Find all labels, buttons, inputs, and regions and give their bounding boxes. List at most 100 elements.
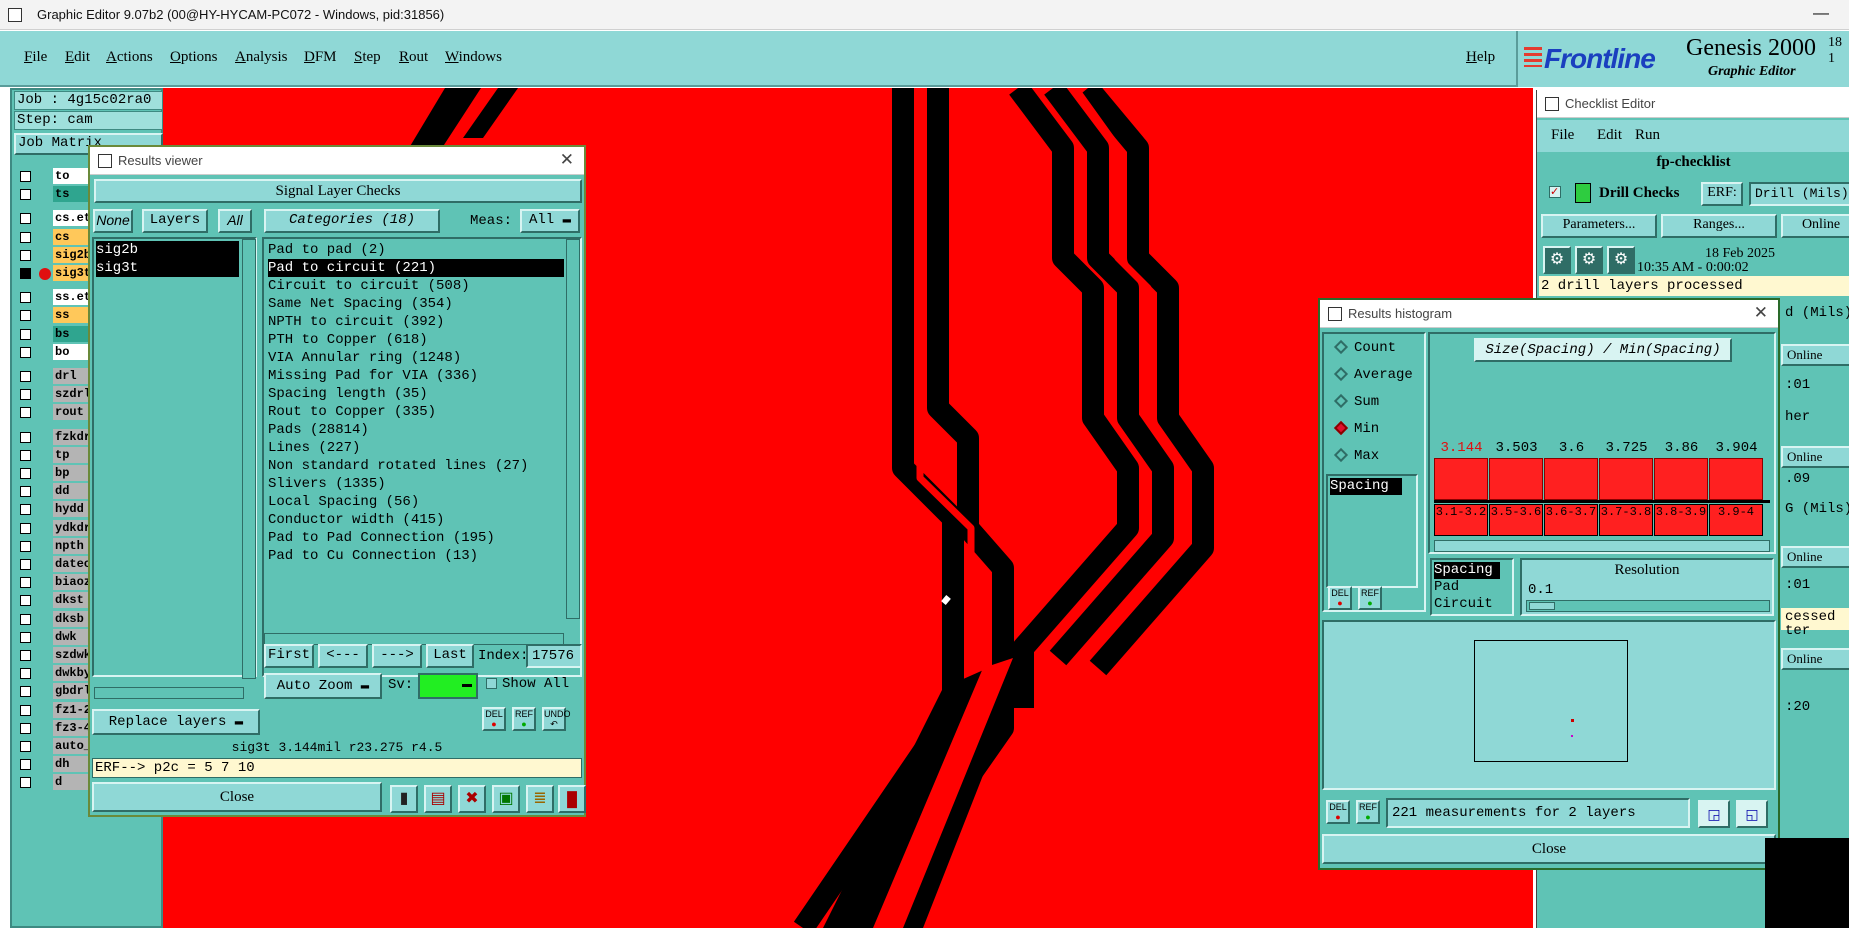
layer-checkbox[interactable]	[20, 741, 31, 752]
layer-checkbox[interactable]	[20, 686, 31, 698]
prev-button[interactable]: <---	[318, 644, 368, 668]
category-item[interactable]: Pad to circuit (221)	[268, 259, 564, 277]
index-input[interactable]: 17576	[526, 644, 582, 668]
layers-hscrollbar[interactable]	[94, 687, 244, 699]
report-icon[interactable]: ▤	[424, 785, 452, 813]
online-button[interactable]: Online	[1781, 648, 1849, 670]
export-icon[interactable]: ▣	[492, 785, 520, 813]
histogram-bar[interactable]	[1489, 458, 1543, 500]
layer-checkbox[interactable]	[20, 389, 31, 401]
layer-item-sig3t[interactable]: sig3t	[96, 259, 239, 277]
menu-windows[interactable]: Windows	[445, 49, 502, 66]
clear-icon[interactable]: ✖	[458, 785, 486, 813]
layer-checkbox[interactable]	[20, 310, 31, 322]
erf-button[interactable]: ERF:	[1701, 182, 1743, 206]
zoom-out-icon[interactable]: ◱	[1736, 800, 1768, 828]
histogram-close-button[interactable]: Close	[1322, 834, 1776, 864]
layer-checkbox[interactable]	[20, 559, 31, 570]
layer-checkbox[interactable]	[20, 407, 31, 419]
layer-checkbox[interactable]	[20, 249, 31, 261]
histogram-del-button[interactable]: DEL ●	[1328, 586, 1352, 610]
layer-checkbox[interactable]	[20, 268, 51, 280]
histogram-ref-button[interactable]: REF ●	[1358, 586, 1382, 610]
erf-field[interactable]: Drill (Mils)	[1749, 182, 1849, 206]
close-button[interactable]: Close	[92, 782, 382, 812]
histogram-bar[interactable]	[1599, 458, 1653, 500]
next-button[interactable]: --->	[372, 644, 422, 668]
histogram-icon[interactable]: ▐▌	[558, 785, 586, 813]
category-item[interactable]: Circuit to circuit (508)	[268, 277, 470, 295]
all-button[interactable]: All	[218, 209, 252, 233]
categories-scrollbar[interactable]	[566, 239, 580, 619]
del-button[interactable]: DEL ●	[482, 707, 506, 731]
histogram-bar[interactable]	[1544, 458, 1598, 500]
stat-option-average[interactable]: Average	[1333, 367, 1413, 387]
layer-checkbox[interactable]	[20, 171, 31, 182]
category-item[interactable]: Non standard rotated lines (27)	[268, 457, 528, 475]
show-all-checkbox[interactable]	[486, 678, 497, 689]
category-item[interactable]: Slivers (1335)	[268, 475, 386, 493]
overview-ref-button[interactable]: REF ●	[1356, 800, 1380, 824]
layers-button[interactable]: Layers	[142, 209, 208, 233]
histogram-bar[interactable]	[1654, 458, 1708, 500]
category-item[interactable]: Same Net Spacing (354)	[268, 295, 453, 313]
overview-del-button[interactable]: DEL ●	[1326, 800, 1350, 824]
layer-checkbox[interactable]	[20, 668, 31, 680]
overview-frame[interactable]	[1474, 640, 1628, 762]
categories-list[interactable]: Pad to pad (2) Pad to circuit (221) Circui…	[262, 237, 582, 677]
category-item[interactable]: PTH to Copper (618)	[268, 331, 428, 349]
layer-checkbox[interactable]	[20, 522, 31, 534]
checklist-menu-run[interactable]: Run	[1635, 127, 1660, 144]
stat-option-sum[interactable]: Sum	[1333, 394, 1379, 414]
layer-item-sig2b[interactable]: sig2b	[96, 241, 239, 259]
menu-actions[interactable]: Actions	[106, 49, 153, 66]
layers-scrollbar[interactable]	[242, 239, 256, 679]
stat-option-count[interactable]: Count	[1333, 340, 1396, 360]
sv-color-dropdown[interactable]: ▬	[418, 673, 478, 699]
layer-checkbox[interactable]	[20, 577, 31, 589]
close-icon[interactable]: ✕	[1754, 303, 1768, 323]
layer-checkbox[interactable]	[20, 231, 31, 243]
first-button[interactable]: First	[264, 644, 314, 668]
category-item[interactable]: Pads (28814)	[268, 421, 369, 439]
layer-checkbox[interactable]	[20, 449, 31, 461]
parameters-button[interactable]: Parameters...	[1541, 214, 1657, 238]
layer-checkbox[interactable]	[20, 540, 31, 552]
category-item[interactable]: Lines (227)	[268, 439, 360, 457]
layer-checkbox[interactable]	[20, 777, 31, 789]
menu-rout[interactable]: Rout	[399, 49, 428, 66]
meas-dropdown[interactable]: All ▬	[520, 209, 580, 233]
layer-checkbox[interactable]	[20, 613, 31, 625]
online-button[interactable]: Online	[1781, 214, 1849, 238]
layer-checkbox[interactable]	[20, 371, 31, 382]
menu-dfm[interactable]: DFM	[304, 49, 337, 66]
checklist-menu-file[interactable]: File	[1551, 127, 1574, 144]
resolution-slider[interactable]	[1526, 600, 1770, 612]
layer-checkbox[interactable]	[20, 722, 31, 734]
online-button[interactable]: Online	[1781, 546, 1849, 568]
layer-checkbox[interactable]	[20, 328, 31, 340]
checklist-menu-edit[interactable]: Edit	[1597, 127, 1622, 144]
x-item-spacing[interactable]: Spacing	[1434, 562, 1500, 579]
histogram-bar[interactable]	[1709, 458, 1763, 500]
layer-checkbox[interactable]	[20, 595, 31, 607]
measure-list[interactable]: Spacing	[1326, 474, 1418, 588]
layer-checkbox[interactable]	[20, 189, 31, 201]
menu-help[interactable]: Help	[1466, 49, 1495, 66]
category-item[interactable]: Spacing length (35)	[268, 385, 428, 403]
menu-file[interactable]: File	[24, 49, 47, 66]
category-item[interactable]: NPTH to circuit (392)	[268, 313, 444, 331]
zoom-in-icon[interactable]: ◲	[1698, 800, 1730, 828]
run-selected-icon[interactable]: ⚙	[1607, 246, 1635, 274]
ranges-button[interactable]: Ranges...	[1661, 214, 1777, 238]
histogram-bar[interactable]	[1434, 458, 1488, 500]
online-button[interactable]: Online	[1781, 344, 1849, 366]
layer-checkbox[interactable]	[20, 292, 31, 304]
layer-checkbox[interactable]	[20, 486, 31, 498]
run-icon[interactable]: ⚙	[1543, 246, 1571, 274]
category-item[interactable]: Pad to Pad Connection (195)	[268, 529, 495, 547]
check-enabled-checkbox[interactable]: ✓	[1549, 186, 1561, 198]
undo-button[interactable]: UNDO ↶	[542, 707, 571, 731]
menu-step[interactable]: Step	[354, 49, 381, 66]
close-icon[interactable]: ✕	[560, 150, 574, 170]
